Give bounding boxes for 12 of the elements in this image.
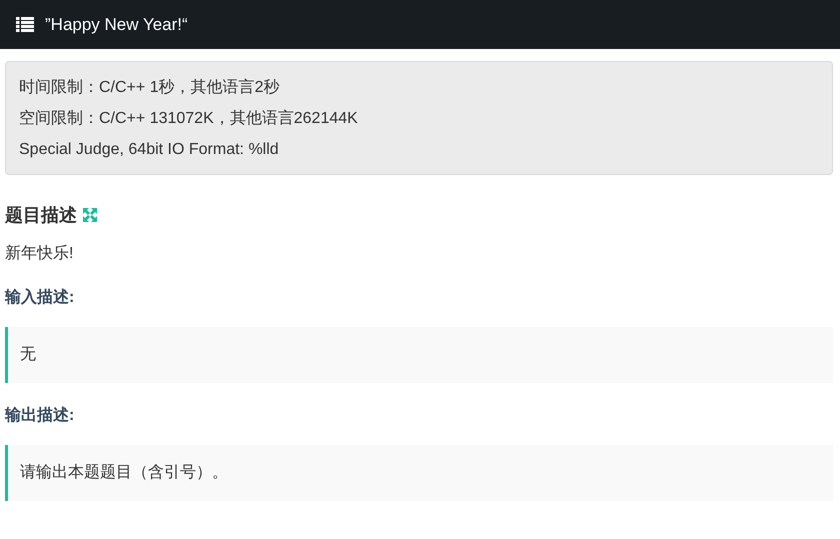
expand-icon[interactable] xyxy=(82,207,98,223)
subsection-heading: 输出描述: xyxy=(5,406,76,426)
limit-text: 时间限制：C/C++ 1秒，其他语言2秒 xyxy=(19,78,280,98)
description-text: 新年快乐! xyxy=(5,244,74,264)
subsection-heading: 输入描述: xyxy=(5,287,76,308)
section-heading: 题目描述 xyxy=(5,204,77,227)
limit-text: Special Judge, 64bit IO Format: %lld xyxy=(19,140,280,160)
limit-text: 空间限制：C/C++ 131072K，其他语言262144K xyxy=(19,108,359,129)
list-icon xyxy=(16,17,34,32)
description-quote: 无 xyxy=(5,327,833,383)
problem-title: ”Happy New Year!“ xyxy=(45,14,188,34)
description-quote: 请输出本题题目（含引号）。 xyxy=(5,445,833,501)
